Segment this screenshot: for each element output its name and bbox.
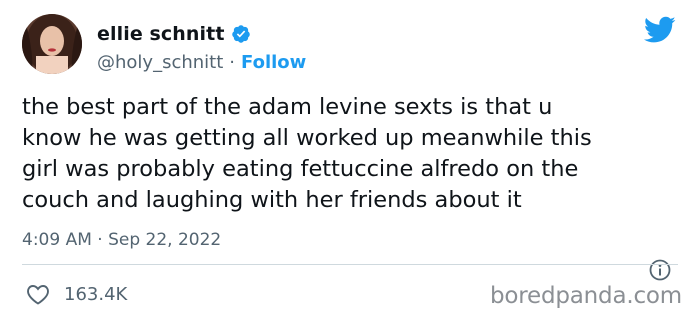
tweet-text: the best part of the adam levine sexts i…	[22, 94, 592, 213]
separator-dot: ·	[229, 51, 236, 73]
follow-button[interactable]: Follow	[241, 52, 306, 73]
author-handle-row: @holy_schnitt · Follow	[97, 50, 306, 74]
tweet-timestamp[interactable]: 4:09 AM · Sep 22, 2022	[22, 230, 221, 250]
watermark: boredpanda.com	[490, 283, 682, 309]
twitter-bird-icon[interactable]	[644, 16, 676, 44]
verified-badge-icon	[231, 25, 250, 43]
like-action[interactable]: 163.4K	[26, 283, 127, 305]
like-count: 163.4K	[64, 283, 128, 305]
avatar[interactable]	[22, 14, 82, 74]
info-icon[interactable]	[648, 258, 672, 282]
author-display-name[interactable]: ellie schnitt	[97, 23, 225, 45]
heart-icon	[27, 285, 49, 305]
divider	[22, 264, 678, 265]
author-name-row: ellie schnitt	[97, 22, 251, 46]
tweet-card: ellie schnitt @holy_schnitt · Follow the…	[0, 0, 700, 319]
author-handle[interactable]: @holy_schnitt	[97, 52, 223, 73]
